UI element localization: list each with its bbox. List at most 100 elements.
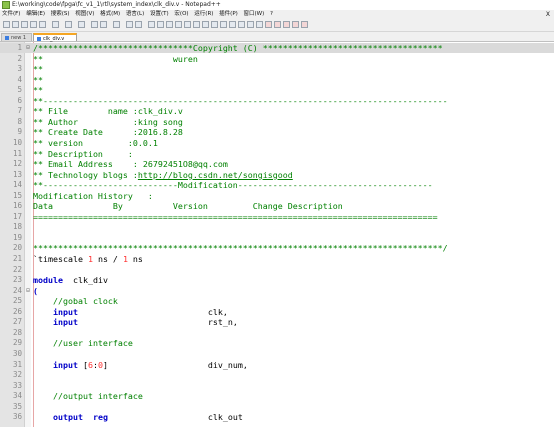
menu-edit[interactable]: 编辑(E): [26, 10, 45, 19]
zoom-out-icon[interactable]: [166, 21, 173, 28]
code-line: 30: [0, 349, 554, 359]
tab-new-1[interactable]: new 1: [1, 33, 32, 41]
code-token: input: [52, 359, 78, 370]
sync-h-icon[interactable]: [184, 21, 191, 28]
menu-macro[interactable]: 宏(O): [174, 10, 188, 19]
new-file-icon[interactable]: [3, 21, 10, 28]
replace-icon[interactable]: [148, 21, 155, 28]
code-line: 28: [0, 328, 554, 338]
close-document-icon[interactable]: X: [546, 10, 550, 19]
doc-map-icon[interactable]: [229, 21, 236, 28]
code-text: ** Email Address : 26792451O8@qq.com: [33, 159, 228, 169]
tab-label: new 1: [11, 35, 27, 41]
menu-help[interactable]: ?: [270, 10, 273, 19]
code-text: (: [33, 286, 38, 296]
code-text: ** Description :: [33, 149, 133, 159]
line-number: 1: [17, 43, 22, 52]
code-token: rst_n,: [77, 317, 238, 328]
menu-run[interactable]: 运行(R): [194, 10, 213, 19]
udl-icon[interactable]: [220, 21, 227, 28]
tab-clk-div[interactable]: clk_div.v: [33, 33, 77, 42]
code-text: ** version :0.0.1: [33, 138, 158, 148]
fold-toggle-icon[interactable]: ⊟: [25, 286, 31, 296]
save-icon[interactable]: [21, 21, 28, 28]
code-editor[interactable]: 1 ⊟/*******************************Copyri…: [0, 42, 554, 427]
monitor-icon[interactable]: [256, 21, 263, 28]
line-number: 3: [17, 64, 22, 74]
code-token: `timescale: [33, 254, 88, 264]
zoom-in-icon[interactable]: [157, 21, 164, 28]
line-number: 18: [12, 222, 22, 232]
code-token: **--------------------------------------…: [33, 95, 448, 106]
code-token: **: [33, 64, 43, 75]
menu-file[interactable]: 文件(F): [2, 10, 20, 19]
play-macro-icon[interactable]: [283, 21, 290, 28]
find-icon[interactable]: [135, 21, 142, 28]
code-line: 26 input clk,: [0, 307, 554, 317]
wrap-icon[interactable]: [193, 21, 200, 28]
code-text: ========================================…: [33, 212, 438, 222]
paste-icon[interactable]: [100, 21, 107, 28]
code-line: 21 `timescale 1 ns / 1 ns: [0, 254, 554, 264]
menu-language[interactable]: 语言(L): [126, 10, 144, 19]
code-token: **---------------------------Modificatio…: [33, 180, 433, 191]
run-macro-icon[interactable]: [292, 21, 299, 28]
code-line: 12 ** Email Address : 26792451O8@qq.com: [0, 159, 554, 169]
record-macro-icon[interactable]: [265, 21, 272, 28]
folder-workspace-icon[interactable]: [247, 21, 254, 28]
title-bar: E:\working\code\fpga\fc_v1_1\rtl\system_…: [0, 0, 554, 10]
copy-icon[interactable]: [91, 21, 98, 28]
line-number: 26: [12, 306, 22, 316]
code-line: 13 ** Technology blogs :http://blog.csdn.…: [0, 170, 554, 180]
function-list-icon[interactable]: [238, 21, 245, 28]
code-line: 17 ======================================…: [0, 212, 554, 222]
code-token: clk_out: [107, 412, 243, 423]
stop-macro-icon[interactable]: [274, 21, 281, 28]
menu-window[interactable]: 窗口(W): [244, 10, 265, 19]
code-token: ** Create Date :2016.8.28: [33, 127, 183, 138]
undo-icon[interactable]: [113, 21, 120, 28]
save-all-icon[interactable]: [30, 21, 37, 28]
code-line: 34 //output interface: [0, 391, 554, 401]
file-tab-icon: [37, 36, 41, 41]
save-macro-icon[interactable]: [301, 21, 308, 28]
menu-plugins[interactable]: 插件(P): [219, 10, 238, 19]
menu-search[interactable]: 搜索(S): [51, 10, 70, 19]
menu-format[interactable]: 格式(M): [100, 10, 120, 19]
code-token: //output interface: [33, 391, 143, 402]
redo-icon[interactable]: [126, 21, 133, 28]
code-token: clk_div: [62, 275, 108, 286]
show-all-icon[interactable]: [202, 21, 209, 28]
sync-v-icon[interactable]: [175, 21, 182, 28]
menu-settings[interactable]: 设置(T): [150, 10, 169, 19]
print-icon[interactable]: [65, 21, 72, 28]
line-number: 32: [12, 370, 22, 380]
close-all-icon[interactable]: [52, 21, 59, 28]
line-number: 35: [12, 401, 22, 411]
line-number: 19: [12, 232, 22, 242]
indent-guide-icon[interactable]: [211, 21, 218, 28]
line-number: 2: [17, 53, 22, 63]
open-file-icon[interactable]: [12, 21, 19, 28]
line-number: 7: [17, 106, 22, 116]
menu-view[interactable]: 视图(V): [75, 10, 94, 19]
code-text: ** wuren: [33, 54, 198, 64]
close-icon[interactable]: [39, 21, 46, 28]
tab-bar: new 1 clk_div.v: [0, 32, 554, 42]
cut-icon[interactable]: [78, 21, 85, 28]
code-text: input rst_n,: [33, 317, 238, 327]
code-line: 35: [0, 402, 554, 412]
code-token: //gobal clock: [33, 296, 118, 307]
line-number: 13: [12, 169, 22, 179]
fold-toggle-icon[interactable]: ⊟: [25, 43, 31, 53]
code-token: div_num,: [107, 359, 248, 370]
code-token: ** Description :: [33, 148, 133, 159]
code-line: 9 ** Create Date :2016.8.28: [0, 127, 554, 137]
line-number: 27: [12, 317, 22, 327]
code-line: 18: [0, 222, 554, 232]
line-number: 6: [17, 95, 22, 105]
code-line: 1 ⊟/*******************************Copyri…: [0, 43, 554, 53]
code-text: /*******************************Copyrigh…: [33, 43, 443, 53]
